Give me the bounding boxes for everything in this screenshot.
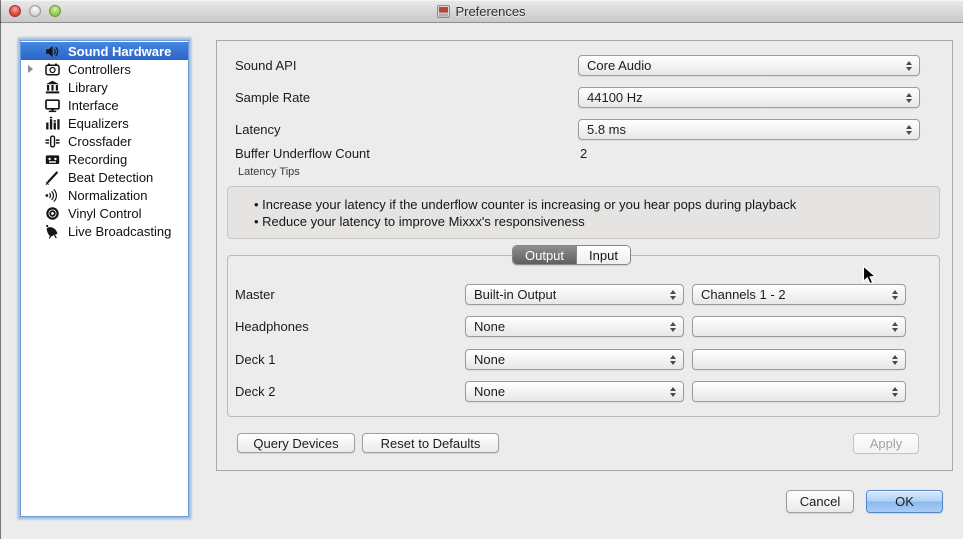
sidebar-item-label: Interface <box>68 98 119 113</box>
headphones-device-dropdown[interactable]: None <box>465 316 684 337</box>
stepper-arrows-icon <box>892 290 898 300</box>
sidebar-item-label: Equalizers <box>68 116 129 131</box>
master-label: Master <box>235 284 275 305</box>
sidebar-item-sound-hardware[interactable]: Sound Hardware <box>21 42 188 60</box>
sidebar-item-library[interactable]: Library <box>21 78 188 96</box>
monitor-icon <box>45 98 60 113</box>
sidebar-item-live-broadcasting[interactable]: Live Broadcasting <box>21 222 188 240</box>
sidebar-item-normalization[interactable]: Normalization <box>21 186 188 204</box>
sidebar-item-label: Library <box>68 80 108 95</box>
buffer-underflow-label: Buffer Underflow Count <box>235 145 370 163</box>
master-channels-dropdown[interactable]: Channels 1 - 2 <box>692 284 906 305</box>
latency-value: 5.8 ms <box>587 122 626 137</box>
deck1-device-value: None <box>474 352 505 367</box>
cancel-button[interactable]: Cancel <box>786 490 854 513</box>
vinyl-record-icon <box>45 206 60 221</box>
master-device-dropdown[interactable]: Built-in Output <box>465 284 684 305</box>
preferences-icon <box>437 5 450 18</box>
speaker-icon <box>45 44 60 59</box>
deck2-label: Deck 2 <box>235 381 275 402</box>
satellite-dish-icon <box>45 224 60 239</box>
deck2-device-value: None <box>474 384 505 399</box>
stepper-arrows-icon <box>892 355 898 365</box>
sidebar-item-equalizers[interactable]: Equalizers <box>21 114 188 132</box>
sidebar-item-interface[interactable]: Interface <box>21 96 188 114</box>
sidebar-item-vinyl-control[interactable]: Vinyl Control <box>21 204 188 222</box>
controller-icon <box>45 62 60 77</box>
sample-rate-value: 44100 Hz <box>587 90 643 105</box>
wand-icon <box>45 170 60 185</box>
stepper-arrows-icon <box>670 322 676 332</box>
window-title: Preferences <box>455 4 525 19</box>
crossfader-icon <box>45 134 60 149</box>
deck2-device-dropdown[interactable]: None <box>465 381 684 402</box>
deck2-channels-dropdown[interactable] <box>692 381 906 402</box>
sidebar-item-beat-detection[interactable]: Beat Detection <box>21 168 188 186</box>
tab-input[interactable]: Input <box>576 246 630 264</box>
disclosure-triangle-icon[interactable] <box>28 65 33 73</box>
master-channels-value: Channels 1 - 2 <box>701 287 786 302</box>
equalizer-bars-icon <box>45 116 60 131</box>
sidebar-item-label: Vinyl Control <box>68 206 141 221</box>
latency-dropdown[interactable]: 5.8 ms <box>578 119 920 140</box>
reset-to-defaults-button[interactable]: Reset to Defaults <box>362 433 499 453</box>
sidebar-item-label: Sound Hardware <box>68 44 171 59</box>
sound-api-value: Core Audio <box>587 58 651 73</box>
ok-button[interactable]: OK <box>866 490 943 513</box>
io-tab-bar: Output Input <box>512 245 631 265</box>
sidebar-item-recording[interactable]: Recording <box>21 150 188 168</box>
preferences-sidebar: Sound Hardware Controllers <box>20 40 189 517</box>
sidebar-item-label: Beat Detection <box>68 170 153 185</box>
sound-api-label: Sound API <box>235 55 296 76</box>
stepper-arrows-icon <box>670 387 676 397</box>
latency-tip: Reduce your latency to improve Mixxx's r… <box>254 214 927 231</box>
headphones-channels-dropdown[interactable] <box>692 316 906 337</box>
close-button[interactable] <box>9 5 21 17</box>
sidebar-item-label: Normalization <box>68 188 147 203</box>
stepper-arrows-icon <box>906 93 912 103</box>
preferences-window: Preferences Sound Hardware <box>0 0 963 539</box>
deck1-channels-dropdown[interactable] <box>692 349 906 370</box>
sidebar-item-controllers[interactable]: Controllers <box>21 60 188 78</box>
zoom-button[interactable] <box>49 5 61 17</box>
deck1-label: Deck 1 <box>235 349 275 370</box>
stepper-arrows-icon <box>670 355 676 365</box>
sidebar-item-label: Live Broadcasting <box>68 224 171 239</box>
minimize-button[interactable] <box>29 5 41 17</box>
headphones-device-value: None <box>474 319 505 334</box>
sidebar-item-crossfader[interactable]: Crossfader <box>21 132 188 150</box>
titlebar[interactable]: Preferences <box>0 0 963 23</box>
sample-rate-label: Sample Rate <box>235 87 310 108</box>
traffic-lights <box>9 5 61 17</box>
tab-output[interactable]: Output <box>513 246 576 264</box>
latency-tip: Increase your latency if the underflow c… <box>254 197 927 214</box>
sound-api-dropdown[interactable]: Core Audio <box>578 55 920 76</box>
sidebar-item-label: Recording <box>68 152 127 167</box>
cassette-icon <box>45 152 60 167</box>
sidebar-item-label: Controllers <box>68 62 131 77</box>
window-title-area: Preferences <box>0 0 963 22</box>
buffer-underflow-value: 2 <box>580 145 587 163</box>
deck1-device-dropdown[interactable]: None <box>465 349 684 370</box>
master-device-value: Built-in Output <box>474 287 556 302</box>
latency-tips-label: Latency Tips <box>238 166 300 178</box>
sample-rate-dropdown[interactable]: 44100 Hz <box>578 87 920 108</box>
sidebar-item-label: Crossfader <box>68 134 132 149</box>
library-icon <box>45 80 60 95</box>
stepper-arrows-icon <box>892 322 898 332</box>
stepper-arrows-icon <box>670 290 676 300</box>
sound-hardware-pane: Sound API Core Audio Sample Rate 44100 H… <box>216 40 953 471</box>
latency-tips-box: Increase your latency if the underflow c… <box>227 186 940 239</box>
soundwave-icon <box>45 188 60 203</box>
stepper-arrows-icon <box>906 125 912 135</box>
stepper-arrows-icon <box>906 61 912 71</box>
stepper-arrows-icon <box>892 387 898 397</box>
latency-label: Latency <box>235 119 281 140</box>
query-devices-button[interactable]: Query Devices <box>237 433 355 453</box>
headphones-label: Headphones <box>235 316 309 337</box>
apply-button[interactable]: Apply <box>853 433 919 454</box>
